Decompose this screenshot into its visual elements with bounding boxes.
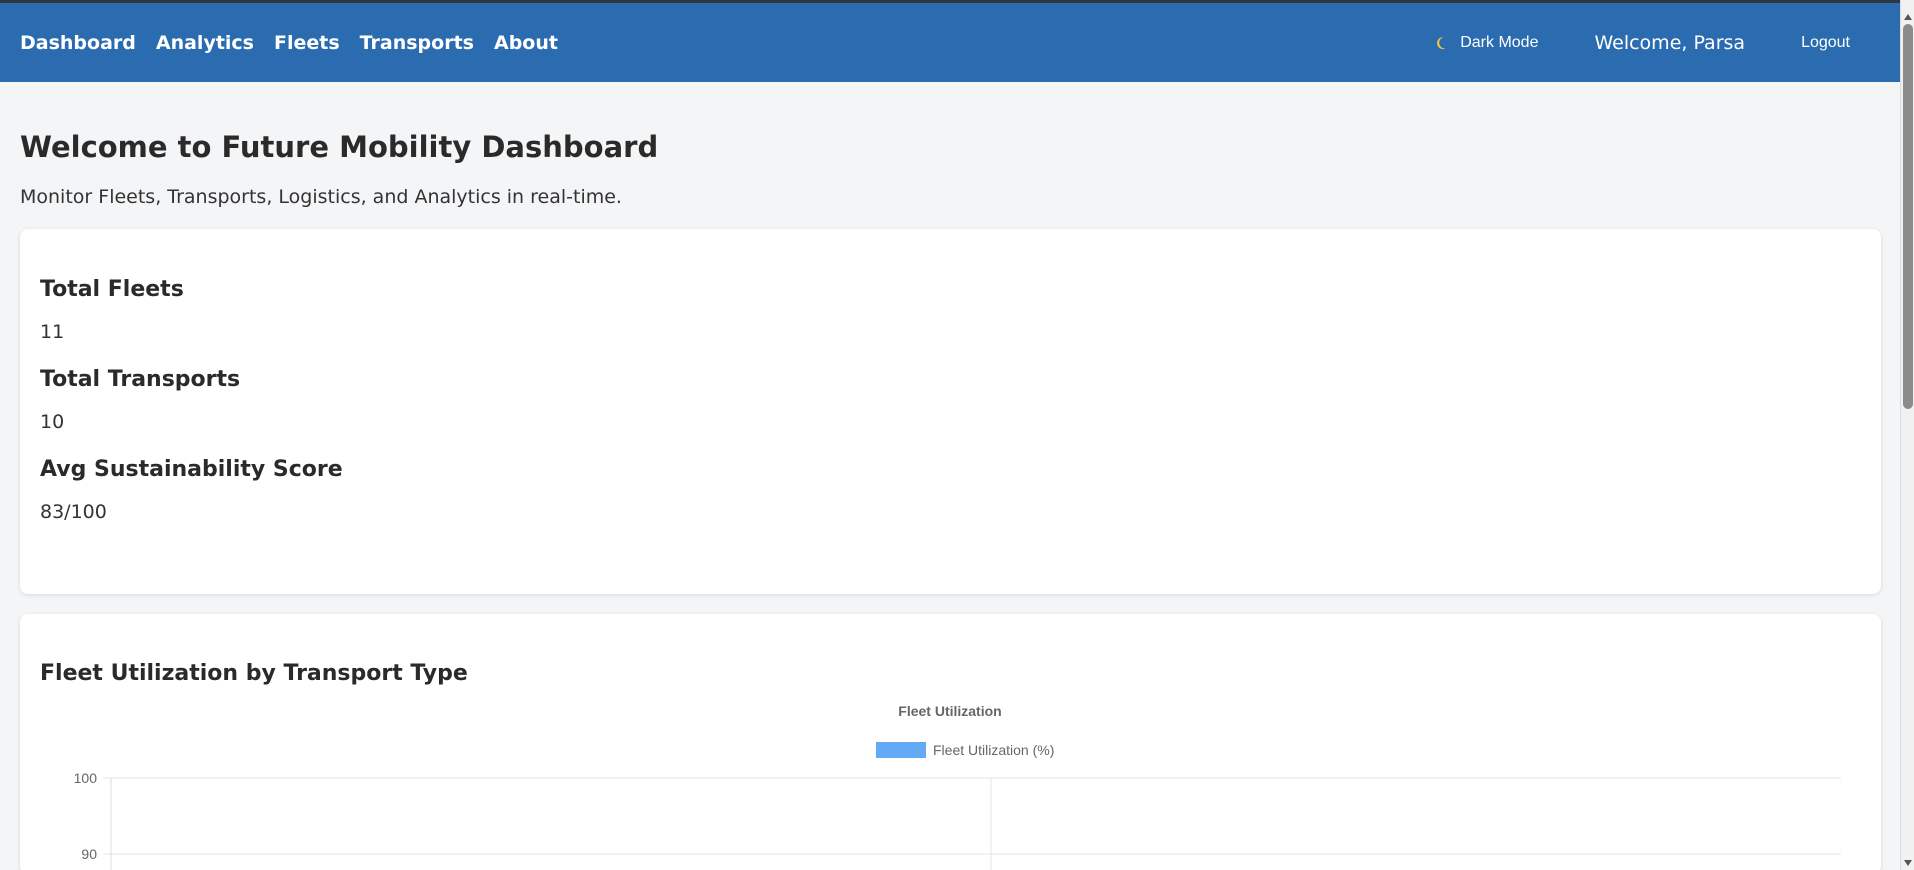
dark-mode-toggle[interactable]: Dark Mode	[1436, 34, 1538, 52]
chart-heading: Fleet Utilization by Transport Type	[40, 661, 468, 686]
moon-icon	[1437, 36, 1446, 49]
stat-label: Avg Sustainability Score	[40, 457, 343, 482]
stat-avg-sustainability: Avg Sustainability Score 83/100	[40, 457, 1861, 523]
stat-value: 11	[40, 321, 65, 343]
page-title: Welcome to Future Mobility Dashboard	[20, 130, 659, 164]
stats-card: Total Fleets 11 Total Transports 10 Avg …	[20, 229, 1881, 594]
stat-label: Total Transports	[40, 367, 241, 392]
stat-value: 83/100	[40, 501, 107, 523]
nav-link-transports[interactable]: Transports	[360, 32, 474, 54]
fleet-utilization-chart: Fleet Utilization Fleet Utilization (%) …	[74, 703, 1841, 870]
page-subtitle: Monitor Fleets, Transports, Logistics, a…	[20, 186, 622, 208]
chart-title: Fleet Utilization	[898, 703, 1001, 719]
logout-button[interactable]: Logout	[1801, 34, 1850, 52]
nav-link-fleets[interactable]: Fleets	[274, 32, 340, 54]
scroll-down-arrow-icon[interactable]	[1904, 860, 1912, 866]
stat-label: Total Fleets	[40, 277, 184, 302]
scroll-up-arrow-icon[interactable]	[1904, 14, 1912, 20]
chart-card: Fleet Utilization by Transport Type Flee…	[20, 614, 1881, 870]
nav-link-about[interactable]: About	[494, 32, 558, 54]
legend-swatch[interactable]	[876, 742, 926, 758]
nav-link-dashboard[interactable]: Dashboard	[20, 32, 136, 54]
nav-links: Dashboard Analytics Fleets Transports Ab…	[20, 32, 558, 54]
nav-right: Dark Mode Welcome, Parsa Logout	[1436, 32, 1880, 54]
nav-link-analytics[interactable]: Analytics	[156, 32, 254, 54]
stat-total-fleets: Total Fleets 11	[40, 277, 1861, 343]
main-content: Welcome to Future Mobility Dashboard Mon…	[20, 82, 1881, 870]
y-tick-label: 90	[81, 846, 97, 862]
page-scrollbar[interactable]	[1900, 0, 1914, 870]
chart-grid: 100 90	[74, 770, 1841, 870]
welcome-user: Welcome, Parsa	[1594, 31, 1746, 54]
navbar: Dashboard Analytics Fleets Transports Ab…	[0, 3, 1900, 82]
chart-area: Fleet Utilization Fleet Utilization (%) …	[40, 696, 1861, 870]
y-tick-label: 100	[74, 770, 98, 786]
dark-mode-label: Dark Mode	[1460, 33, 1539, 51]
stat-total-transports: Total Transports 10	[40, 367, 1861, 433]
scroll-thumb[interactable]	[1903, 24, 1913, 409]
legend-label[interactable]: Fleet Utilization (%)	[933, 742, 1054, 758]
stat-value: 10	[40, 411, 65, 433]
